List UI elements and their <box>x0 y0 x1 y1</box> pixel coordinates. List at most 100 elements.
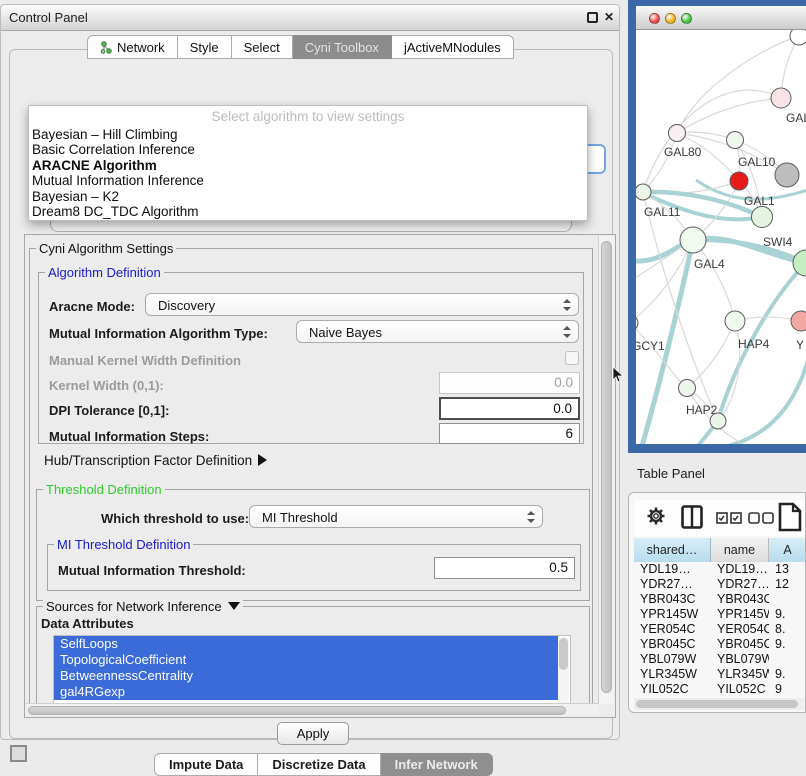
tab-style[interactable]: Style <box>178 35 232 59</box>
table-cell: YER054C <box>711 622 769 637</box>
manual-kernel-width-checkbox[interactable] <box>565 351 579 365</box>
float-window-icon[interactable] <box>587 12 598 23</box>
network-node-top_white[interactable] <box>790 30 806 45</box>
which-threshold-combobox[interactable]: MI Threshold <box>249 505 543 528</box>
network-node-GAL1[interactable] <box>730 172 748 190</box>
mi-steps-field[interactable]: 6 <box>439 423 580 444</box>
algorithm-option[interactable]: ARACNE Algorithm <box>32 158 586 173</box>
network-node-gray[interactable] <box>775 163 799 187</box>
close-window-icon[interactable] <box>649 13 660 24</box>
attribute-item[interactable]: gal4RGexp <box>54 684 558 700</box>
minimize-window-icon[interactable] <box>665 13 676 24</box>
table-row[interactable]: YBL079WYBL079W <box>634 652 806 667</box>
kernel-width-field[interactable]: 0.0 <box>439 372 580 394</box>
bottom-tabbar: Impute DataDiscretize DataInfer Network <box>154 753 493 776</box>
algorithm-definition-group: Algorithm Definition Aracne Mode: Discov… <box>38 272 584 444</box>
checked-boxes-icon[interactable] <box>716 512 742 524</box>
sources-group-title[interactable]: Sources for Network Inference <box>43 599 243 614</box>
attribute-item[interactable]: BetweennessCentrality <box>54 668 558 684</box>
table-hscroll-thumb[interactable] <box>636 700 798 708</box>
algorithm-option[interactable]: Bayesian – K2 <box>32 189 586 204</box>
table-cell: 9. <box>769 607 806 622</box>
table-row[interactable]: YDR27…YDR27…12 <box>634 577 806 592</box>
column-header-3[interactable]: A <box>769 538 806 562</box>
network-node-HAP4[interactable] <box>725 311 745 331</box>
attribute-item[interactable]: TopologicalCoefficient <box>54 652 558 668</box>
algorithm-option[interactable]: Mutual Information Inference <box>32 173 586 188</box>
data-attributes-list[interactable]: SelfLoopsTopologicalCoefficientBetweenne… <box>53 635 571 709</box>
tab-label: Cyni Toolbox <box>305 40 379 55</box>
network-node-GAL11[interactable] <box>636 184 651 200</box>
manual-kernel-width-label: Manual Kernel Width Definition <box>49 353 241 368</box>
node-label-salmon: Y <box>796 338 804 352</box>
control-panel-titlebar[interactable]: Control Panel ✕ <box>1 5 619 31</box>
table-cell: YER054C <box>634 622 711 637</box>
bottom-tab-infer-network[interactable]: Infer Network <box>381 753 493 776</box>
table-cell: YPR145W <box>711 607 769 622</box>
settings-hscroll-thumb[interactable] <box>28 706 566 715</box>
attribute-item[interactable]: SelfLoops <box>54 636 558 652</box>
network-node-salmon[interactable] <box>791 311 806 331</box>
tab-network[interactable]: Network <box>87 35 178 59</box>
settings-horizontal-scrollbar[interactable] <box>26 703 599 716</box>
hub-definition-toggle[interactable]: Hub/Transcription Factor Definition <box>44 453 267 468</box>
table-cell: YDL19… <box>711 562 769 577</box>
table-row[interactable]: YER054CYER054C8. <box>634 622 806 637</box>
tab-cyni-toolbox[interactable]: Cyni Toolbox <box>293 35 392 59</box>
node-label-GAL11: GAL11 <box>644 205 681 219</box>
network-node-HAP2[interactable] <box>679 380 696 397</box>
split-columns-icon[interactable] <box>681 505 703 529</box>
node-label-SWI4: SWI4 <box>763 235 793 249</box>
aracne-mode-combobox[interactable]: Discovery <box>145 293 579 316</box>
table-cell: 8. <box>769 622 806 637</box>
which-threshold-value: MI Threshold <box>262 510 338 525</box>
zoom-window-icon[interactable] <box>681 13 692 24</box>
attributes-scrollbar[interactable] <box>558 637 569 707</box>
bottom-tab-impute-data[interactable]: Impute Data <box>154 753 258 776</box>
table-row[interactable]: YDL19…YDL19…13 <box>634 562 806 577</box>
network-node-mid_green[interactable] <box>752 207 773 228</box>
mi-threshold-label: Mutual Information Threshold: <box>58 563 246 578</box>
network-node-GAL80[interactable] <box>669 125 686 142</box>
hub-definition-label: Hub/Transcription Factor Definition <box>44 453 252 468</box>
settings-scrollpane: Cyni Algorithm Settings Algorithm Defini… <box>24 234 616 718</box>
table-cell: YIL052C <box>711 682 769 697</box>
apply-button[interactable]: Apply <box>277 722 349 745</box>
node-label-GAL1: GAL1 <box>744 194 775 208</box>
algorithm-option[interactable]: Dream8 DC_TDC Algorithm <box>32 204 586 219</box>
dpi-tolerance-field[interactable]: 0.0 <box>439 397 580 420</box>
network-window-titlebar[interactable] <box>636 6 806 30</box>
settings-vertical-scrollbar[interactable] <box>598 236 614 704</box>
page-icon[interactable] <box>778 502 802 532</box>
collapsed-arrow-icon <box>258 454 267 466</box>
algorithm-option[interactable]: Basic Correlation Inference <box>32 142 586 157</box>
table-row[interactable]: YBR043CYBR043C <box>634 592 806 607</box>
network-node-GAL10[interactable] <box>727 132 744 149</box>
settings-vscroll-thumb[interactable] <box>601 241 612 693</box>
network-node-GAL4[interactable] <box>680 227 706 253</box>
bottom-tab-discretize-data[interactable]: Discretize Data <box>258 753 380 776</box>
unchecked-boxes-icon[interactable] <box>748 512 774 524</box>
combo-arrows-icon <box>562 299 571 311</box>
mi-threshold-field[interactable]: 0.5 <box>434 557 575 579</box>
column-header-2[interactable]: name <box>711 538 769 562</box>
table-cell: 9. <box>769 667 806 682</box>
column-header-1[interactable]: shared… <box>634 538 711 562</box>
table-row[interactable]: YIL052CYIL052C9 <box>634 682 806 697</box>
gear-icon[interactable] <box>646 506 666 526</box>
network-canvas[interactable]: GALGAL80GAL10GAL1GAL11SWI4GAL4GCY1HAP4YH… <box>636 30 806 444</box>
table-row[interactable]: YLR345WYLR345W9. <box>634 667 806 682</box>
tab-label: Style <box>190 40 219 55</box>
tab-select[interactable]: Select <box>232 35 293 59</box>
close-panel-icon[interactable]: ✕ <box>604 10 614 24</box>
minimized-panel-icon[interactable] <box>10 745 27 762</box>
table-row[interactable]: YBR045CYBR045C9. <box>634 637 806 652</box>
tab-jactivemnodules[interactable]: jActiveMNodules <box>392 35 514 59</box>
mi-algorithm-type-combobox[interactable]: Naive Bayes <box>296 320 579 343</box>
network-node-gal_tr[interactable] <box>771 88 791 108</box>
network-node-bottom_g[interactable] <box>710 413 726 429</box>
algorithm-option[interactable]: Bayesian – Hill Climbing <box>32 127 586 142</box>
table-horizontal-scrollbar[interactable] <box>634 698 806 710</box>
table-cell: YBR045C <box>634 637 711 652</box>
table-row[interactable]: YPR145WYPR145W9. <box>634 607 806 622</box>
